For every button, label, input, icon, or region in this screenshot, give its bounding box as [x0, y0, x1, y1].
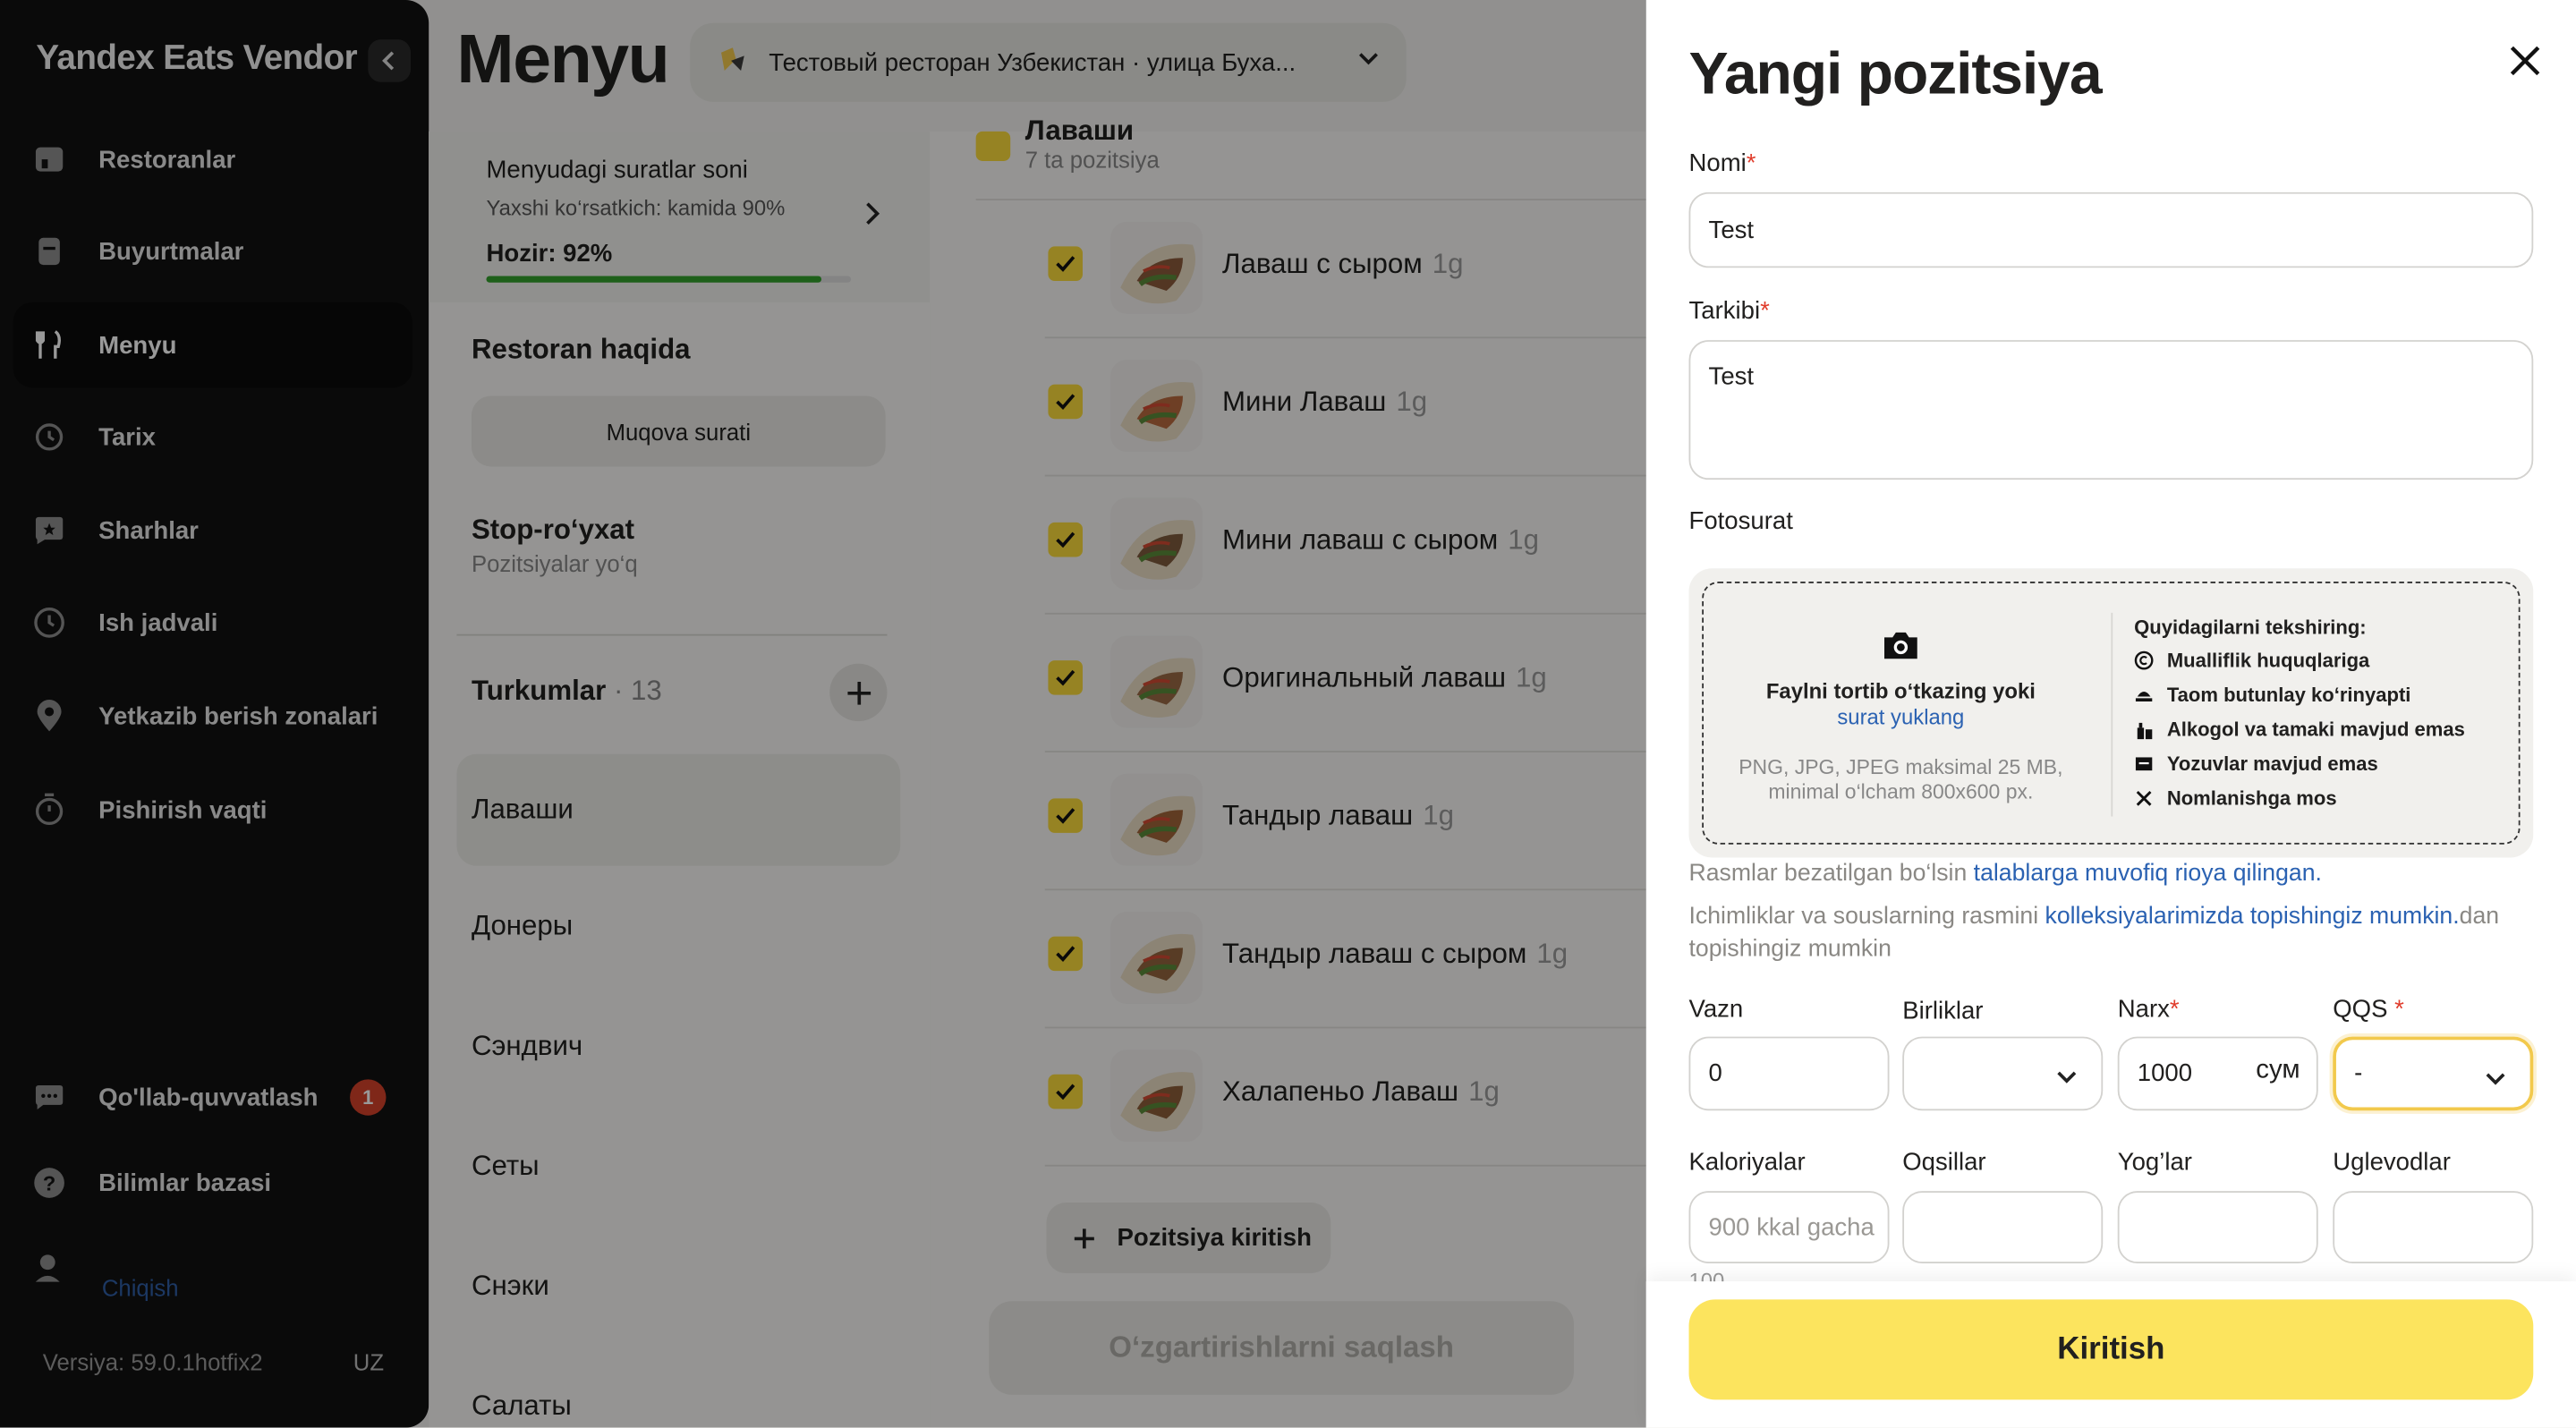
select-value: -: [2354, 1059, 2363, 1088]
drawer-title: Yangi pozitsiya: [1688, 39, 2103, 107]
price-input[interactable]: 1000 сум: [2117, 1036, 2318, 1111]
dropzone-border: Faylni tortib o‘tkazing yoki surat yukla…: [1702, 581, 2521, 845]
checklist-item: Alkogol va tamaki mavjud emas: [2134, 718, 2465, 741]
collections-note: Ichimliklar va souslarning rasmini kolle…: [1689, 900, 2511, 965]
vat-label: QQS *: [2333, 996, 2404, 1024]
text-block-icon: [2134, 754, 2154, 774]
composition-label: Tarkibi*: [1689, 297, 1770, 325]
close-icon: [2510, 46, 2540, 76]
checklist-title: Quyidagilarni tekshiring:: [2134, 616, 2367, 640]
input-value: Test: [1708, 216, 1755, 244]
chevron-down-icon: [2057, 1071, 2077, 1084]
checklist-item: Taom butunlay ko‘rinyapti: [2134, 684, 2410, 707]
name-input[interactable]: Test: [1688, 191, 2534, 268]
checklist-label: Mualliflik huquqlariga: [2166, 649, 2370, 672]
proteins-input[interactable]: [1902, 1191, 2104, 1263]
calories-label: Kaloriyalar: [1688, 1148, 1806, 1177]
carbs-label: Uglevodlar: [2333, 1148, 2451, 1177]
fats-label: Yog’lar: [2117, 1148, 2192, 1177]
name-label: Nomi*: [1689, 149, 1756, 177]
composition-textarea[interactable]: Test: [1688, 340, 2534, 480]
proteins-label: Oqsillar: [1902, 1148, 1986, 1177]
chevron-down-icon: [2486, 1073, 2505, 1085]
label-text: Narx: [2117, 995, 2170, 1024]
submit-button[interactable]: Kiritish: [1688, 1299, 2534, 1400]
note-text: Ichimliklar va souslarning rasmini: [1688, 903, 2045, 931]
weight-input[interactable]: 0: [1688, 1036, 1890, 1111]
upload-link[interactable]: surat yuklang: [1704, 705, 2098, 730]
checklist-label: Taom butunlay ko‘rinyapti: [2166, 683, 2411, 707]
requirements-link[interactable]: talablarga muvofiq rioya qilingan.: [1974, 861, 2322, 887]
required-mark: *: [1746, 149, 1756, 178]
collections-link[interactable]: kolleksiyalarimizda topishingiz mumkin.: [2045, 904, 2460, 930]
checklist-item: Nomlanishga mos: [2134, 786, 2337, 810]
upload-hint: PNG, JPG, JPEG maksimal 25 MB, minimal o…: [1739, 755, 2063, 803]
label-text: Tarkibi: [1688, 297, 1761, 326]
note-text: Rasmlar bezatilgan bo‘lsin: [1688, 861, 1974, 888]
photo-upload-dropzone[interactable]: Faylni tortib o‘tkazing yoki surat yukla…: [1688, 568, 2534, 858]
input-value: 0: [1708, 1059, 1722, 1088]
cutlery-icon: [2134, 788, 2154, 808]
units-label: Birliklar: [1902, 997, 1984, 1025]
units-select[interactable]: [1902, 1036, 2104, 1111]
upload-instruction: Faylni tortib o‘tkazing yoki: [1765, 678, 2036, 703]
bottle-icon: [2134, 719, 2154, 740]
dish-icon: [2134, 685, 2154, 705]
required-mark: *: [2387, 995, 2404, 1024]
checklist-item: Yozuvlar mavjud emas: [2134, 752, 2378, 776]
photo-requirements-note: Rasmlar bezatilgan bo‘lsin talablarga mu…: [1689, 857, 2511, 890]
vat-select[interactable]: -: [2333, 1036, 2534, 1111]
weight-label: Vazn: [1688, 995, 1744, 1024]
photo-label: Fotosurat: [1688, 507, 1793, 536]
checklist-label: Yozuvlar mavjud emas: [2166, 752, 2378, 776]
input-value: Test: [1708, 362, 1755, 391]
checklist-item: Mualliflik huquqlariga: [2134, 649, 2369, 672]
input-placeholder: 900 kkal gacha: [1708, 1212, 1875, 1242]
camera-icon: [1881, 629, 1920, 670]
calories-input[interactable]: 900 kkal gacha: [1688, 1191, 1890, 1263]
checklist-label: Nomlanishga mos: [2166, 786, 2337, 811]
required-mark: *: [2169, 995, 2180, 1024]
carbs-input[interactable]: [2333, 1191, 2534, 1263]
input-value: 1000: [2137, 1059, 2193, 1088]
label-text: QQS: [2333, 995, 2388, 1024]
divider: [2111, 612, 2113, 817]
price-label: Narx*: [2118, 996, 2180, 1024]
currency-unit: сум: [2256, 1056, 2300, 1084]
required-mark: *: [1760, 297, 1770, 326]
close-button[interactable]: [2504, 39, 2546, 82]
copyright-icon: [2134, 650, 2154, 670]
fats-input[interactable]: [2117, 1191, 2318, 1263]
label-text: Nomi: [1688, 149, 1747, 178]
checklist-label: Alkogol va tamaki mavjud emas: [2166, 718, 2465, 742]
